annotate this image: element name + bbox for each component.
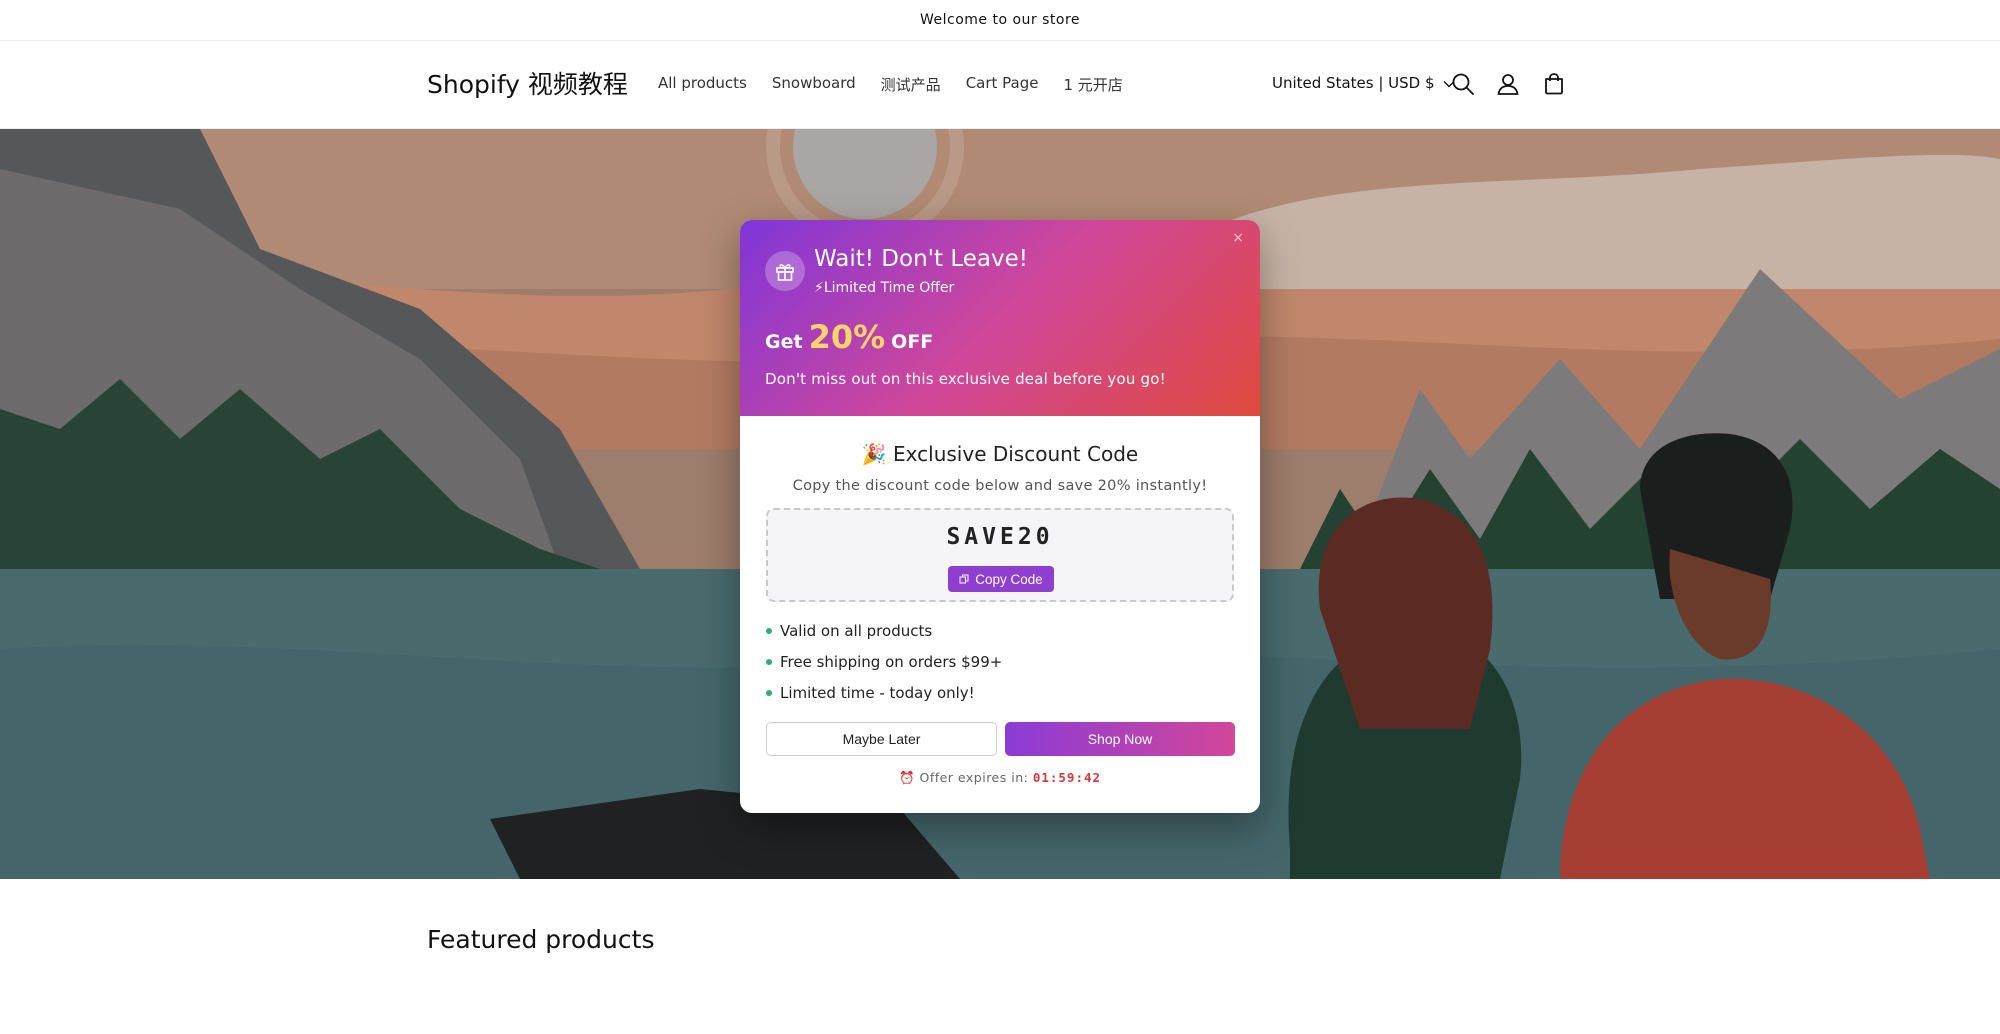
bullet-dot-icon (766, 628, 772, 634)
bullet-dot-icon (766, 659, 772, 665)
discount-code[interactable]: SAVE20 (768, 524, 1232, 550)
countdown-timer: 01:59:42 (1032, 770, 1102, 785)
search-icon[interactable] (1450, 71, 1476, 97)
copy-icon (959, 572, 969, 587)
off-label: OFF (891, 331, 934, 353)
main-nav: All products Snowboard 测试产品 Cart Page 1 … (658, 74, 1148, 95)
popup-title: Wait! Don't Leave! (814, 246, 1028, 272)
exclusive-code-heading: 🎉 Exclusive Discount Code (861, 442, 1139, 466)
perk-item: Valid on all products (766, 622, 932, 640)
locale-label: United States | USD $ (1272, 74, 1435, 92)
perk-text: Limited time - today only! (780, 684, 975, 702)
popup-tagline: Don't miss out on this exclusive deal be… (765, 370, 1166, 388)
discount-percent: 20% (808, 318, 886, 356)
site-header: Shopify 视频教程 All products Snowboard 测试产品… (0, 41, 2000, 129)
account-icon[interactable] (1495, 71, 1521, 97)
maybe-later-button[interactable]: Maybe Later (766, 722, 997, 756)
get-label: Get (765, 331, 803, 353)
discount-popup: × Wait! Don't Leave! ⚡Limited Time Offer… (740, 220, 1260, 813)
shop-now-button[interactable]: Shop Now (1005, 722, 1235, 756)
announcement-text: Welcome to our store (919, 12, 1081, 28)
popup-header: × Wait! Don't Leave! ⚡Limited Time Offer… (740, 220, 1260, 416)
nav-item-snowboard[interactable]: Snowboard (772, 74, 856, 95)
nav-item-test-product[interactable]: 测试产品 (881, 74, 941, 95)
announcement-bar: Welcome to our store (0, 0, 2000, 41)
copy-instructions: Copy the discount code below and save 20… (792, 478, 1208, 494)
gift-icon (765, 251, 805, 291)
expiry-label: ⏰ Offer expires in: (898, 770, 1029, 785)
nav-item-cart-page[interactable]: Cart Page (966, 74, 1039, 95)
copy-code-button[interactable]: Copy Code (948, 566, 1054, 592)
close-icon[interactable]: × (1232, 230, 1244, 246)
perk-text: Valid on all products (780, 622, 933, 640)
limited-offer-label: ⚡Limited Time Offer (814, 280, 955, 296)
offer-expiry: ⏰ Offer expires in: 01:59:42 (740, 770, 1260, 786)
nav-item-all-products[interactable]: All products (658, 74, 747, 95)
discount-code-box: SAVE20 Copy Code (766, 508, 1234, 602)
bullet-dot-icon (766, 690, 772, 696)
locale-selector[interactable]: United States | USD $ (1272, 74, 1455, 92)
featured-products-heading: Featured products (427, 925, 655, 954)
cart-icon[interactable] (1541, 71, 1567, 97)
nav-item-open-store[interactable]: 1 元开店 (1063, 74, 1122, 95)
perk-item: Limited time - today only! (766, 684, 975, 702)
perk-text: Free shipping on orders $99+ (780, 653, 1003, 671)
discount-headline: Get 20% OFF (765, 318, 933, 356)
store-logo[interactable]: Shopify 视频教程 (427, 65, 628, 101)
copy-code-label: Copy Code (975, 571, 1043, 587)
perk-item: Free shipping on orders $99+ (766, 653, 1002, 671)
